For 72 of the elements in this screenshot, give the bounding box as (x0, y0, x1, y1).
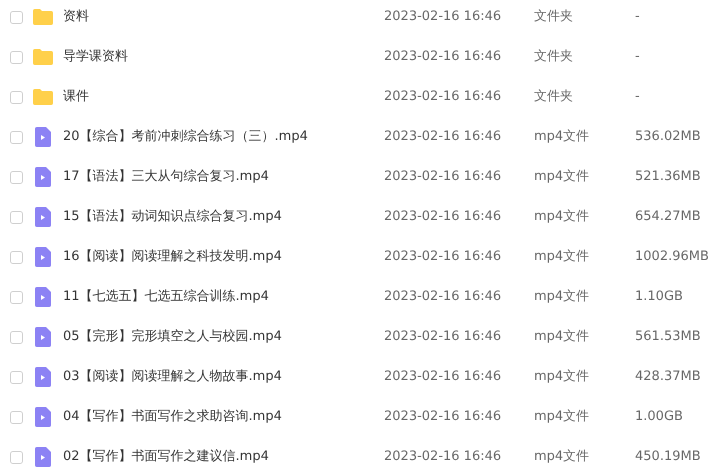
checkbox[interactable] (10, 210, 23, 224)
checkbox[interactable] (10, 330, 23, 344)
file-name[interactable]: 导学课资料 (63, 47, 383, 67)
checkbox[interactable] (10, 130, 23, 144)
video-file-icon (35, 287, 51, 307)
checkbox[interactable] (10, 370, 23, 384)
checkbox[interactable] (10, 170, 23, 184)
file-type: 文件夹 (534, 88, 574, 106)
modified-date: 2023-02-16 16:46 (384, 248, 502, 266)
modified-date: 2023-02-16 16:46 (384, 168, 502, 186)
file-size: 521.36MB (635, 168, 701, 186)
file-size: - (635, 8, 640, 26)
modified-date: 2023-02-16 16:46 (384, 288, 502, 306)
file-type: mp4文件 (534, 288, 590, 306)
folder-icon (33, 49, 53, 65)
video-file-icon (35, 167, 51, 187)
file-name[interactable]: 05【完形】完形填空之人与校园.mp4 (63, 327, 383, 347)
file-name[interactable]: 11【七选五】七选五综合训练.mp4 (63, 287, 383, 307)
file-name[interactable]: 16【阅读】阅读理解之科技发明.mp4 (63, 247, 383, 267)
modified-date: 2023-02-16 16:46 (384, 8, 502, 26)
checkbox[interactable] (10, 10, 23, 24)
file-type: mp4文件 (534, 448, 590, 466)
video-file-icon (35, 207, 51, 227)
video-file-icon (35, 367, 51, 387)
file-size: - (635, 88, 640, 106)
file-type: 文件夹 (534, 8, 574, 26)
file-size: 450.19MB (635, 448, 701, 466)
file-name[interactable]: 15【语法】动词知识点综合复习.mp4 (63, 207, 383, 227)
modified-date: 2023-02-16 16:46 (384, 208, 502, 226)
modified-date: 2023-02-16 16:46 (384, 128, 502, 146)
file-size: 536.02MB (635, 128, 701, 146)
file-name[interactable]: 课件 (63, 87, 383, 107)
file-type: mp4文件 (534, 128, 590, 146)
file-name[interactable]: 02【写作】书面写作之建议信.mp4 (63, 447, 383, 467)
file-type: mp4文件 (534, 208, 590, 226)
modified-date: 2023-02-16 16:46 (384, 368, 502, 386)
file-size: 1.10GB (635, 288, 683, 306)
modified-date: 2023-02-16 16:46 (384, 88, 502, 106)
checkbox[interactable] (10, 90, 23, 104)
video-file-icon (35, 327, 51, 347)
checkbox[interactable] (10, 50, 23, 64)
file-type: mp4文件 (534, 368, 590, 386)
file-type: mp4文件 (534, 408, 590, 426)
modified-date: 2023-02-16 16:46 (384, 448, 502, 466)
file-type: mp4文件 (534, 328, 590, 346)
checkbox[interactable] (10, 450, 23, 464)
checkbox[interactable] (10, 290, 23, 304)
file-type: mp4文件 (534, 248, 590, 266)
file-name[interactable]: 03【阅读】阅读理解之人物故事.mp4 (63, 367, 383, 387)
folder-icon (33, 9, 53, 25)
file-size: - (635, 48, 640, 66)
video-file-icon (35, 247, 51, 267)
checkbox[interactable] (10, 250, 23, 264)
video-file-icon (35, 127, 51, 147)
file-size: 654.27MB (635, 208, 701, 226)
folder-icon (33, 89, 53, 105)
modified-date: 2023-02-16 16:46 (384, 48, 502, 66)
file-size: 428.37MB (635, 368, 701, 386)
file-type: mp4文件 (534, 168, 590, 186)
file-name[interactable]: 04【写作】书面写作之求助咨询.mp4 (63, 407, 383, 427)
file-size: 1.00GB (635, 408, 683, 426)
file-name[interactable]: 17【语法】三大从句综合复习.mp4 (63, 167, 383, 187)
video-file-icon (35, 407, 51, 427)
checkbox[interactable] (10, 410, 23, 424)
file-name[interactable]: 资料 (63, 7, 383, 27)
file-type: 文件夹 (534, 48, 574, 66)
file-size: 1002.96MB (635, 248, 709, 266)
modified-date: 2023-02-16 16:46 (384, 408, 502, 426)
modified-date: 2023-02-16 16:46 (384, 328, 502, 346)
file-size: 561.53MB (635, 328, 701, 346)
file-name[interactable]: 20【综合】考前冲刺综合练习（三）.mp4 (63, 127, 383, 147)
video-file-icon (35, 447, 51, 467)
